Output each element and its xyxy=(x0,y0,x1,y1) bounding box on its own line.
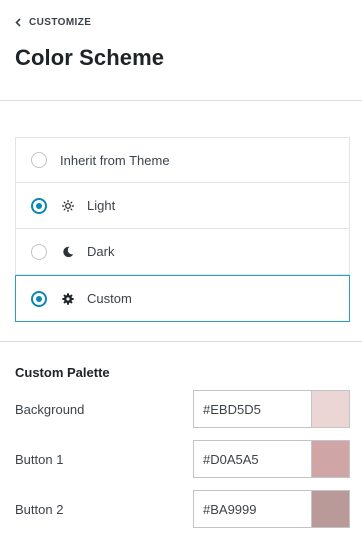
back-link-label: CUSTOMIZE xyxy=(29,16,92,28)
radio-dark[interactable] xyxy=(31,243,47,260)
background-color-input[interactable] xyxy=(194,391,312,427)
custom-palette-title: Custom Palette xyxy=(15,365,110,380)
background-color-swatch[interactable] xyxy=(312,391,349,427)
button-2-color-input[interactable] xyxy=(194,491,312,527)
radio-inherit[interactable] xyxy=(31,152,47,168)
moon-icon xyxy=(61,245,75,259)
back-to-customize-link[interactable]: CUSTOMIZE xyxy=(15,15,347,29)
scheme-option-dark[interactable]: Dark xyxy=(15,229,350,275)
customizer-panel: CUSTOMIZE Color Scheme Inherit from Them… xyxy=(0,0,362,547)
button-1-color-input[interactable] xyxy=(194,441,312,477)
section-divider xyxy=(0,341,362,342)
color-row-button-2: Button 2 xyxy=(15,489,350,529)
scheme-option-label: Custom xyxy=(87,291,132,306)
panel-header: CUSTOMIZE Color Scheme xyxy=(0,0,362,101)
button-1-color-swatch[interactable] xyxy=(312,441,349,477)
scheme-option-inherit[interactable]: Inherit from Theme xyxy=(15,137,350,183)
color-picker xyxy=(193,490,350,528)
color-scheme-options: Inherit from Theme Light Dark Custom xyxy=(15,137,350,322)
color-picker xyxy=(193,440,350,478)
sun-icon xyxy=(61,199,75,213)
color-row-button-1: Button 1 xyxy=(15,439,350,479)
scheme-option-label: Light xyxy=(87,198,116,213)
color-label: Background xyxy=(15,401,85,417)
color-label: Button 1 xyxy=(15,451,64,467)
button-2-color-swatch[interactable] xyxy=(312,491,349,527)
scheme-option-label: Inherit from Theme xyxy=(60,152,170,168)
chevron-left-icon xyxy=(15,17,21,27)
color-row-background: Background xyxy=(15,389,350,429)
scheme-option-custom[interactable]: Custom xyxy=(15,275,350,322)
gear-icon xyxy=(61,292,75,306)
page-title: Color Scheme xyxy=(15,45,165,70)
scheme-option-label: Dark xyxy=(87,244,115,259)
color-picker xyxy=(193,390,350,428)
scheme-option-light[interactable]: Light xyxy=(15,183,350,229)
radio-custom[interactable] xyxy=(31,290,47,307)
color-label: Button 2 xyxy=(15,501,64,517)
radio-light[interactable] xyxy=(31,197,47,214)
